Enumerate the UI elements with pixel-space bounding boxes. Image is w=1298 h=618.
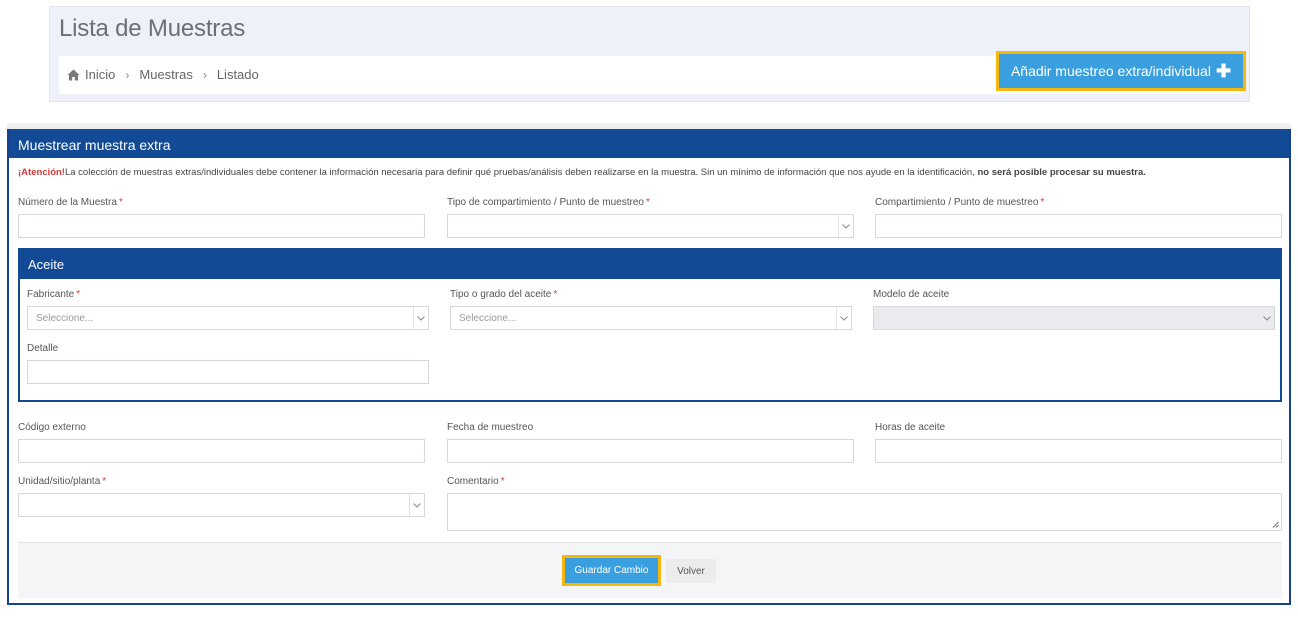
comentario-label: Comentario * xyxy=(447,476,505,487)
home-icon xyxy=(67,69,80,80)
chevron-down-icon xyxy=(413,307,428,329)
tipo-grado-label: Tipo o grado del aceite * xyxy=(450,289,558,300)
tipo-compartimiento-select[interactable] xyxy=(447,214,854,238)
warning-text: La colección de muestras extras/individu… xyxy=(64,167,978,178)
numero-muestra-label: Número de la Muestra * xyxy=(18,197,123,208)
fecha-muestreo-label: Fecha de muestreo xyxy=(447,422,534,433)
chevron-down-icon xyxy=(1259,307,1274,329)
numero-muestra-input[interactable] xyxy=(18,214,425,238)
resize-grip-icon[interactable] xyxy=(1272,521,1279,528)
chevron-down-icon xyxy=(836,307,851,329)
detalle-label: Detalle xyxy=(27,343,59,354)
modelo-aceite-select[interactable] xyxy=(873,306,1275,330)
aceite-section: Aceite Fabricante * Seleccione... Tipo o … xyxy=(18,248,1282,402)
fecha-muestreo-input[interactable] xyxy=(447,439,854,463)
codigo-externo-input[interactable] xyxy=(18,439,425,463)
form-footer: Guardar Cambio Volver xyxy=(18,542,1282,598)
modelo-aceite-label: Modelo de aceite xyxy=(873,289,950,300)
back-button[interactable]: Volver xyxy=(666,559,716,583)
breadcrumb-inicio[interactable]: Inicio xyxy=(85,67,115,82)
aceite-title: Aceite xyxy=(20,248,1280,279)
horas-aceite-label: Horas de aceite xyxy=(875,422,946,433)
unidad-select[interactable] xyxy=(18,493,425,517)
save-button-highlight: Guardar Cambio xyxy=(562,555,661,586)
chevron-right-icon: › xyxy=(202,67,207,82)
plus-icon: ✚ xyxy=(1215,61,1232,81)
panel-title: Muestrear muestra extra xyxy=(9,129,1289,158)
comentario-textarea[interactable] xyxy=(447,493,1282,531)
codigo-externo-label: Código externo xyxy=(18,422,86,433)
warning-message: ¡Atención!La colección de muestras extra… xyxy=(18,167,1146,178)
warning-attention: ¡Atención! xyxy=(18,167,65,178)
breadcrumb-listado: Listado xyxy=(216,67,259,82)
breadcrumb: Inicio › Muestras › Listado xyxy=(67,67,259,82)
unidad-label: Unidad/sitio/planta * xyxy=(18,476,107,487)
warning-bold: no será posible procesar su muestra. xyxy=(977,167,1146,178)
fabricante-label: Fabricante * xyxy=(27,289,81,300)
extra-sample-panel: Muestrear muestra extra ¡Atención!La col… xyxy=(7,129,1291,605)
chevron-down-icon xyxy=(409,494,424,516)
tipo-grado-select[interactable]: Seleccione... xyxy=(450,306,852,330)
save-button[interactable]: Guardar Cambio xyxy=(565,558,658,583)
chevron-right-icon: › xyxy=(125,67,130,82)
breadcrumb-muestras[interactable]: Muestras xyxy=(139,67,192,82)
horas-aceite-input[interactable] xyxy=(875,439,1282,463)
chevron-down-icon xyxy=(838,215,853,237)
compartimiento-label: Compartimiento / Punto de muestreo * xyxy=(875,197,1045,208)
add-button-label: Añadir muestreo extra/individual xyxy=(1010,63,1211,79)
tipo-compartimiento-label: Tipo de compartimiento / Punto de muestr… xyxy=(447,197,650,208)
page-title: Lista de Muestras xyxy=(59,15,246,42)
detalle-input[interactable] xyxy=(27,360,429,384)
add-extra-sample-button[interactable]: Añadir muestreo extra/individual ✚ xyxy=(999,54,1243,88)
add-button-highlight: Añadir muestreo extra/individual ✚ xyxy=(996,51,1246,91)
compartimiento-input[interactable] xyxy=(875,214,1282,238)
fabricante-select[interactable]: Seleccione... xyxy=(27,306,429,330)
